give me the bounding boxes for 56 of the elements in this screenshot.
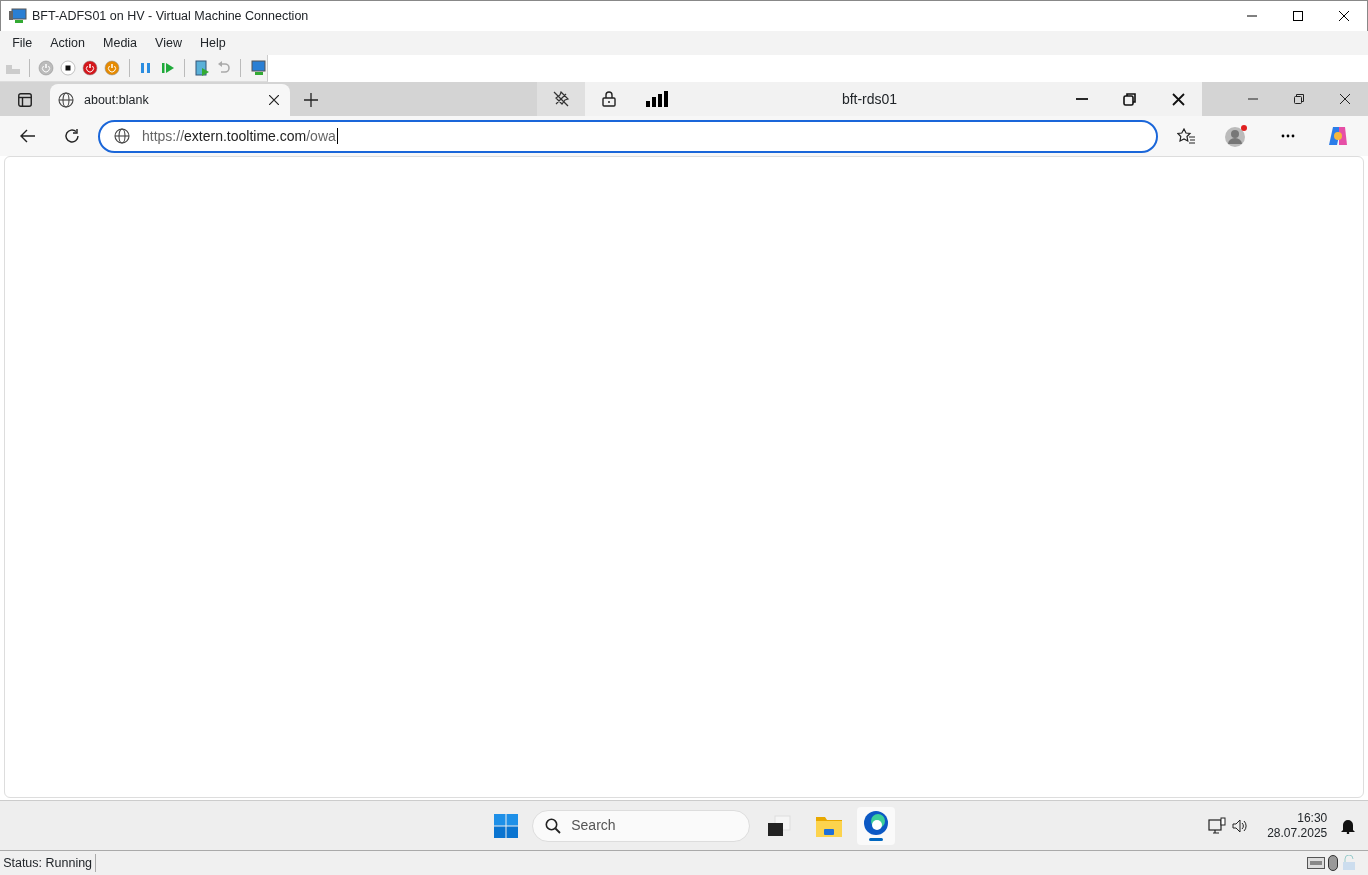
restore-icon [1123,92,1137,106]
shutdown-icon [82,60,99,76]
address-bar[interactable]: https://extern.tooltime.com/owa [98,119,1158,153]
menu-item[interactable]: View [146,33,191,53]
close-icon [1339,11,1349,21]
refresh-icon [64,128,80,144]
padlock-icon [1341,855,1356,871]
mouse-icon [1328,855,1339,871]
back-icon [20,129,36,143]
notification-bell-icon[interactable] [1339,817,1356,834]
browser-button[interactable] [857,806,895,845]
search-icon [545,817,562,834]
signal-icon [646,91,668,107]
lock-icon [602,91,616,107]
pin-button[interactable] [537,82,585,116]
speaker-icon[interactable] [1232,817,1249,834]
menu-item[interactable]: Media [94,33,147,53]
stop-icon [60,60,77,76]
unpin-icon [552,90,570,108]
task-view-icon [766,814,791,837]
menu-item[interactable]: Help [190,33,235,53]
clock[interactable]: 16:30 28.07.2025 [1267,810,1328,841]
connection-title: bft-rds01 [840,89,899,109]
close-icon [1340,94,1350,104]
url-text: https://extern.tooltime.com/owa [142,126,338,146]
window-title: BFT-ADFS01 on HV - Virtual Machine Connection [32,7,309,25]
status-text: Status: Running [0,853,97,873]
power-icon [104,60,121,76]
plus-icon [304,93,318,107]
computer-icon [9,8,27,24]
tab-actions-icon [18,93,32,107]
folder-icon [815,814,842,837]
shutdown-button[interactable] [80,57,100,79]
network-icon[interactable] [1208,816,1227,835]
browser-logo-icon [863,810,889,836]
close-tab-button[interactable] [266,92,282,108]
tab-title: about:blank [84,91,150,109]
stop-button[interactable] [58,57,78,79]
windows-logo-icon [494,813,518,838]
star-list-icon [1177,128,1195,144]
search-field[interactable]: Search [532,809,751,842]
maximize-icon [1293,11,1303,21]
close-icon [269,95,279,105]
keyboard-icon [1307,857,1326,869]
menu-item[interactable]: File [3,33,42,53]
menu-item[interactable]: Action [41,33,95,53]
browser-tab[interactable]: about:blank [50,84,290,116]
globe-icon [58,92,74,108]
close-icon [1171,92,1185,106]
restore-icon [1294,94,1304,104]
resume-icon [159,60,176,76]
power-icon [38,60,55,76]
computer-icon [249,60,266,76]
avatar-icon [1224,124,1248,148]
globe-icon [114,128,130,144]
more-icon [1281,134,1295,138]
